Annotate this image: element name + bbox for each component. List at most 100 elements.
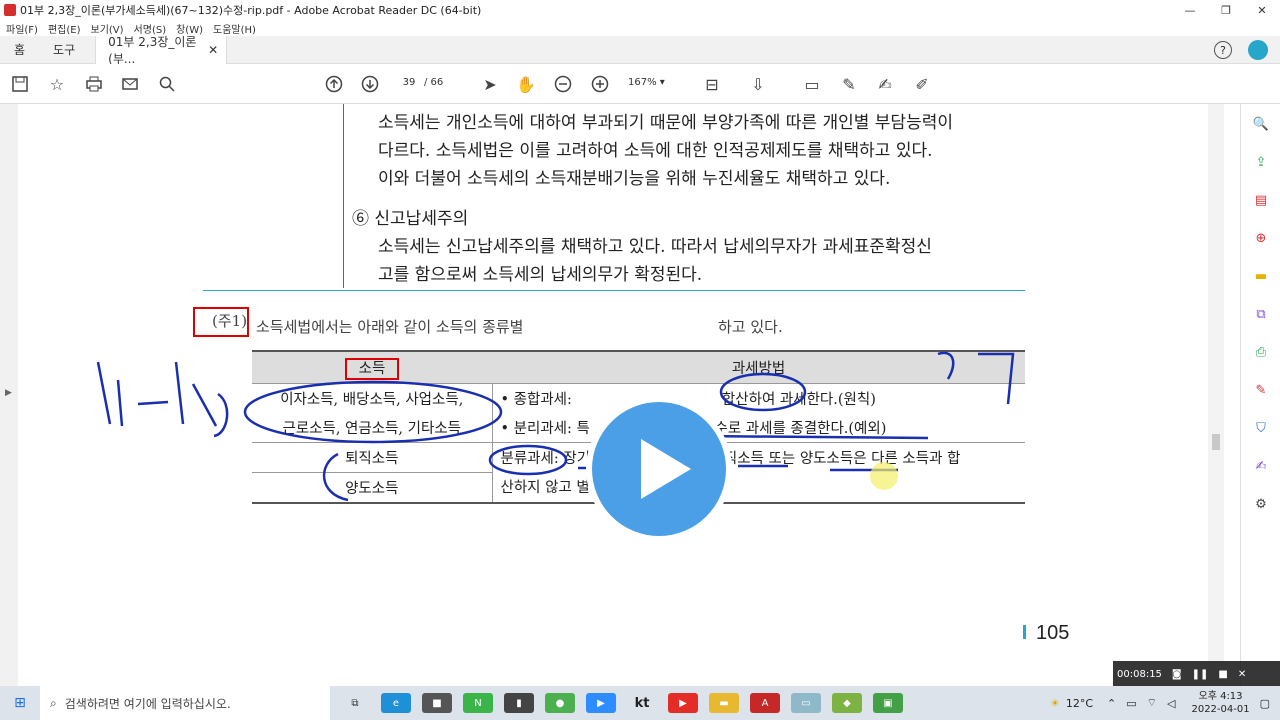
protect-icon[interactable]: ⛉ bbox=[1251, 418, 1271, 438]
play-icon bbox=[641, 439, 691, 499]
hand-tool-icon[interactable]: ✋ bbox=[514, 72, 538, 96]
help-icon[interactable]: ? bbox=[1214, 41, 1232, 59]
zoom-out-icon[interactable] bbox=[551, 72, 575, 96]
pen-annotations bbox=[96, 351, 1015, 502]
vertical-scrollbar[interactable] bbox=[1208, 104, 1224, 686]
page-number-accent bbox=[1023, 625, 1026, 639]
fill-sign-tool-icon[interactable]: ✎ bbox=[1251, 380, 1271, 400]
menu-help[interactable]: 도움말(H) bbox=[213, 21, 256, 36]
ink-date-mark bbox=[96, 361, 229, 438]
tab-home[interactable]: 홈 bbox=[0, 41, 39, 58]
ink-circle-classification bbox=[488, 444, 568, 476]
ink-bracket-retire bbox=[322, 452, 349, 502]
page-total: / 66 bbox=[424, 77, 444, 88]
network-icon[interactable]: ⌔ bbox=[1147, 696, 1157, 710]
create-pdf-icon[interactable]: ⊕ bbox=[1251, 228, 1271, 248]
acrobat-taskbar-icon[interactable]: A bbox=[750, 693, 780, 713]
send-signature-icon[interactable]: ✍ bbox=[1251, 456, 1271, 476]
search-magnifier-icon: ⌕ bbox=[50, 695, 57, 710]
battery-icon[interactable]: ▭ bbox=[1126, 697, 1136, 710]
left-panel-collapsed[interactable]: ▶ bbox=[0, 104, 18, 686]
taskbar-clock[interactable]: 오후 4:13 2022-04-01 bbox=[1191, 690, 1249, 716]
zoom-search-icon[interactable]: 🔍 bbox=[1251, 114, 1271, 134]
menu-edit[interactable]: 편집(E) bbox=[48, 21, 81, 36]
tab-bar: 홈 도구 01부 2,3장_이론(부... ✕ ? bbox=[0, 34, 1280, 66]
window-title: 01부 2,3장_이론(부가세소득세)(67~132)수정-rip.pdf - … bbox=[20, 4, 482, 17]
combine-files-icon[interactable]: ⧉ bbox=[1251, 304, 1271, 324]
fit-page-icon[interactable]: ⊟ bbox=[700, 72, 724, 96]
print-icon[interactable] bbox=[82, 72, 106, 96]
file-explorer-icon[interactable]: ▬ bbox=[709, 693, 739, 713]
tab-tools[interactable]: 도구 bbox=[39, 41, 89, 58]
play-button-circle bbox=[592, 402, 726, 536]
close-recorder-icon[interactable]: ✕ bbox=[1238, 669, 1246, 680]
app-icon-2[interactable]: ▮ bbox=[504, 693, 534, 713]
acrobat-app-icon bbox=[4, 4, 16, 16]
zoom-in-icon[interactable] bbox=[588, 72, 612, 96]
windows-start-icon[interactable]: ⊞ bbox=[0, 695, 40, 711]
naver-icon[interactable]: N bbox=[463, 693, 493, 713]
taskbar-search-placeholder: 검색하려면 여기에 입력하십시오. bbox=[64, 696, 231, 711]
scan-icon[interactable]: ⎙ bbox=[1251, 342, 1271, 362]
notification-icon[interactable]: ▢ bbox=[1260, 697, 1270, 710]
ink-circle-method bbox=[719, 372, 807, 412]
expand-left-panel-icon[interactable]: ▶ bbox=[5, 388, 12, 398]
tray-chevron-icon[interactable]: ⌃ bbox=[1107, 697, 1116, 710]
more-tools-icon[interactable]: ⚙ bbox=[1251, 494, 1271, 514]
page-number-input[interactable]: 39 bbox=[395, 77, 423, 93]
previous-page-icon[interactable] bbox=[322, 72, 346, 96]
organize-pages-icon[interactable]: ▤ bbox=[1251, 190, 1271, 210]
app-icon-3[interactable]: ● bbox=[545, 693, 575, 713]
scroll-thumb[interactable] bbox=[1212, 434, 1220, 450]
weather-temp[interactable]: 12°C bbox=[1066, 697, 1093, 710]
right-tools-panel: 🔍 ⇪ ▤ ⊕ ▬ ⧉ ⎙ ✎ ⛉ ✍ ⚙ bbox=[1240, 104, 1280, 686]
next-page-icon[interactable] bbox=[358, 72, 382, 96]
clock-time: 오후 4:13 bbox=[1198, 691, 1243, 702]
export-pdf-icon[interactable]: ⇪ bbox=[1251, 152, 1271, 172]
maximize-icon[interactable]: ❐ bbox=[1208, 0, 1244, 20]
select-cursor-icon[interactable]: ➤ bbox=[478, 72, 502, 96]
pause-icon[interactable]: ❚❚ bbox=[1192, 669, 1209, 680]
app-icon-6[interactable]: ▣ bbox=[873, 693, 903, 713]
kt-icon[interactable]: kt bbox=[627, 693, 657, 713]
tab-document-label: 01부 2,3장_이론(부... bbox=[108, 34, 197, 66]
minimize-icon[interactable]: — bbox=[1172, 0, 1208, 20]
volume-icon[interactable]: ◁ bbox=[1167, 697, 1175, 710]
page-number-text: 105 bbox=[1036, 622, 1070, 644]
window-controls: — ❐ ✕ bbox=[1172, 0, 1280, 20]
taskbar-search-box[interactable]: ⌕ 검색하려면 여기에 입력하십시오. bbox=[40, 686, 330, 720]
fill-sign-icon[interactable]: ✐ bbox=[910, 72, 934, 96]
camera-icon[interactable]: ◙ bbox=[1172, 669, 1182, 680]
save-icon[interactable] bbox=[8, 72, 32, 96]
mail-icon[interactable] bbox=[118, 72, 142, 96]
toolbar: ☆ 39 / 66 ➤ ✋ 167% ▾ ⊟ ⇩ ▭ ✎ ✍ ✐ bbox=[0, 64, 1280, 104]
clock-date: 2022-04-01 bbox=[1191, 704, 1250, 715]
app-icon-5[interactable]: ◆ bbox=[832, 693, 862, 713]
youtube-icon[interactable]: ▶ bbox=[668, 693, 698, 713]
comment-tool-icon[interactable]: ▬ bbox=[1251, 266, 1271, 286]
app-icon-4[interactable]: ▭ bbox=[791, 693, 821, 713]
avatar[interactable] bbox=[1248, 40, 1268, 60]
search-icon[interactable] bbox=[155, 72, 179, 96]
screen-recorder-bar: 00:08:15 ◙ ❚❚ ■ ✕ bbox=[1113, 661, 1280, 687]
app-icon-1[interactable]: ■ bbox=[422, 693, 452, 713]
comment-icon[interactable]: ▭ bbox=[800, 72, 824, 96]
title-bar: 01부 2,3장_이론(부가세소득세)(67~132)수정-rip.pdf - … bbox=[0, 0, 1280, 20]
star-icon[interactable]: ☆ bbox=[45, 72, 69, 96]
edge-icon[interactable]: e bbox=[381, 693, 411, 713]
close-tab-icon[interactable]: ✕ bbox=[208, 43, 218, 57]
stop-icon[interactable]: ■ bbox=[1218, 669, 1227, 680]
sign-icon[interactable]: ✍ bbox=[873, 72, 897, 96]
tab-document[interactable]: 01부 2,3장_이론(부... ✕ bbox=[95, 34, 228, 66]
zoom-level-dropdown[interactable]: 167% ▾ bbox=[628, 77, 665, 88]
close-icon[interactable]: ✕ bbox=[1244, 0, 1280, 20]
scroll-mode-icon[interactable]: ⇩ bbox=[746, 72, 770, 96]
zoom-app-icon[interactable]: ▶ bbox=[586, 693, 616, 713]
document-page: 소득세는 개인소득에 대하여 부과되기 때문에 부양가족에 따른 개인별 부담능… bbox=[18, 104, 1208, 686]
system-tray: ☀ 12°C ⌃ ▭ ⌔ ◁ 오후 4:13 2022-04-01 ▢ bbox=[1050, 686, 1270, 720]
task-view-icon[interactable]: ⧉ bbox=[340, 693, 370, 713]
highlight-pen-icon[interactable]: ✎ bbox=[837, 72, 861, 96]
video-play-button[interactable] bbox=[586, 396, 732, 542]
weather-icon[interactable]: ☀ bbox=[1050, 697, 1060, 710]
menu-file[interactable]: 파일(F) bbox=[6, 21, 38, 36]
